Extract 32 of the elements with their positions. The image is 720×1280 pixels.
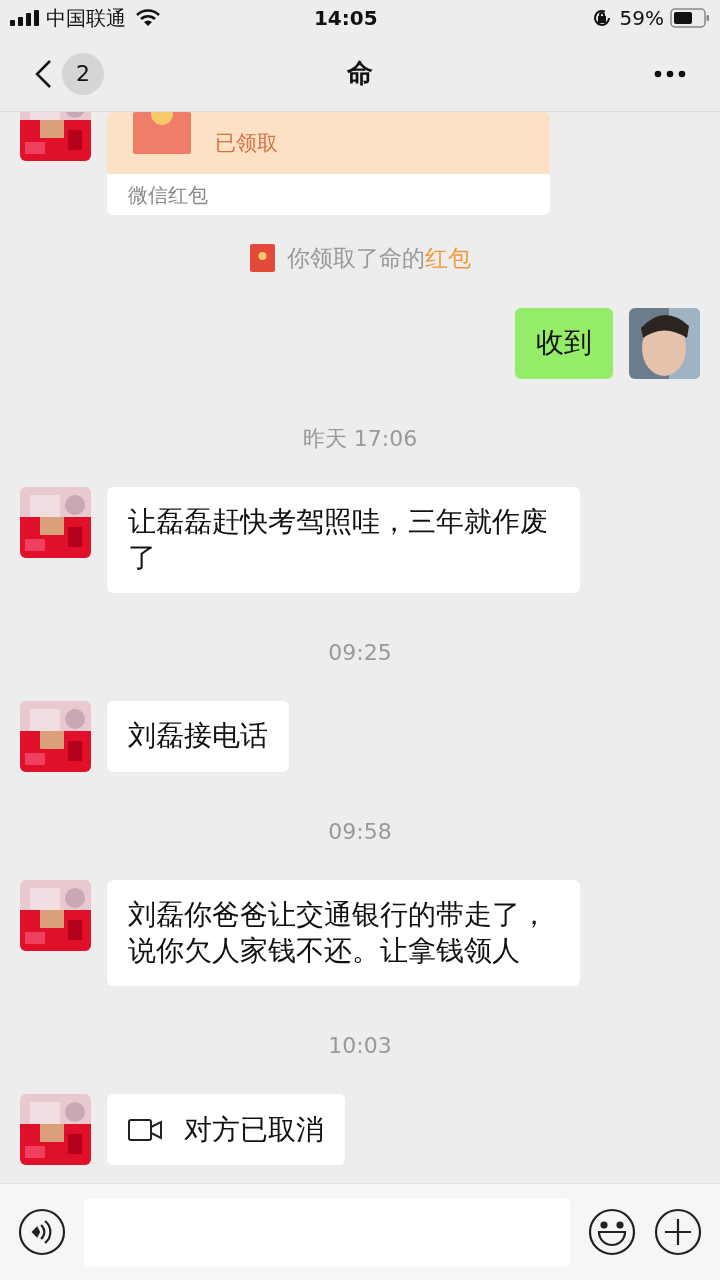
- clock: 14:05: [312, 5, 379, 32]
- unread-badge: 2: [62, 52, 104, 95]
- signal-icon: [10, 10, 40, 26]
- rotation-lock-icon: [591, 8, 612, 28]
- packet-status: 已领取: [215, 133, 278, 154]
- battery-percent: 59%: [619, 5, 664, 32]
- message-bubble: 收到: [515, 308, 613, 379]
- wifi-icon: [136, 9, 160, 27]
- packet-footer: 微信红包: [107, 174, 550, 215]
- hongbao-card[interactable]: 已领取 微信红包: [107, 112, 550, 215]
- timestamp: 昨天 17:06: [302, 424, 418, 453]
- message-bubble: 让磊磊赶快考驾照哇，三年就作废了: [107, 487, 580, 593]
- timestamp: 09:58: [328, 817, 392, 846]
- call-bubble[interactable]: 对方已取消: [107, 1094, 345, 1165]
- chat-title: 命: [347, 57, 373, 90]
- video-camera-icon: [128, 1118, 162, 1141]
- hongbao-link[interactable]: 红包: [424, 244, 471, 271]
- timestamp: 10:03: [328, 1031, 392, 1060]
- emoji-icon[interactable]: [588, 1208, 636, 1256]
- system-notice: 你领取了命的红包: [286, 243, 471, 273]
- envelope-icon: [249, 244, 275, 272]
- timestamp: 09:25: [328, 638, 392, 667]
- envelope-icon: [133, 112, 191, 154]
- battery-icon: [670, 8, 710, 28]
- voice-icon[interactable]: [18, 1208, 66, 1256]
- call-status: 对方已取消: [184, 1111, 324, 1148]
- back-icon[interactable]: [34, 58, 52, 89]
- plus-icon[interactable]: [654, 1208, 702, 1256]
- message-bubble: 刘磊你爸爸让交通银行的带走了，说你欠人家钱不还。让拿钱领人: [107, 880, 580, 986]
- message-bubble: 刘磊接电话: [107, 701, 289, 772]
- more-icon[interactable]: [654, 69, 686, 78]
- carrier-name: 中国联通: [46, 5, 126, 32]
